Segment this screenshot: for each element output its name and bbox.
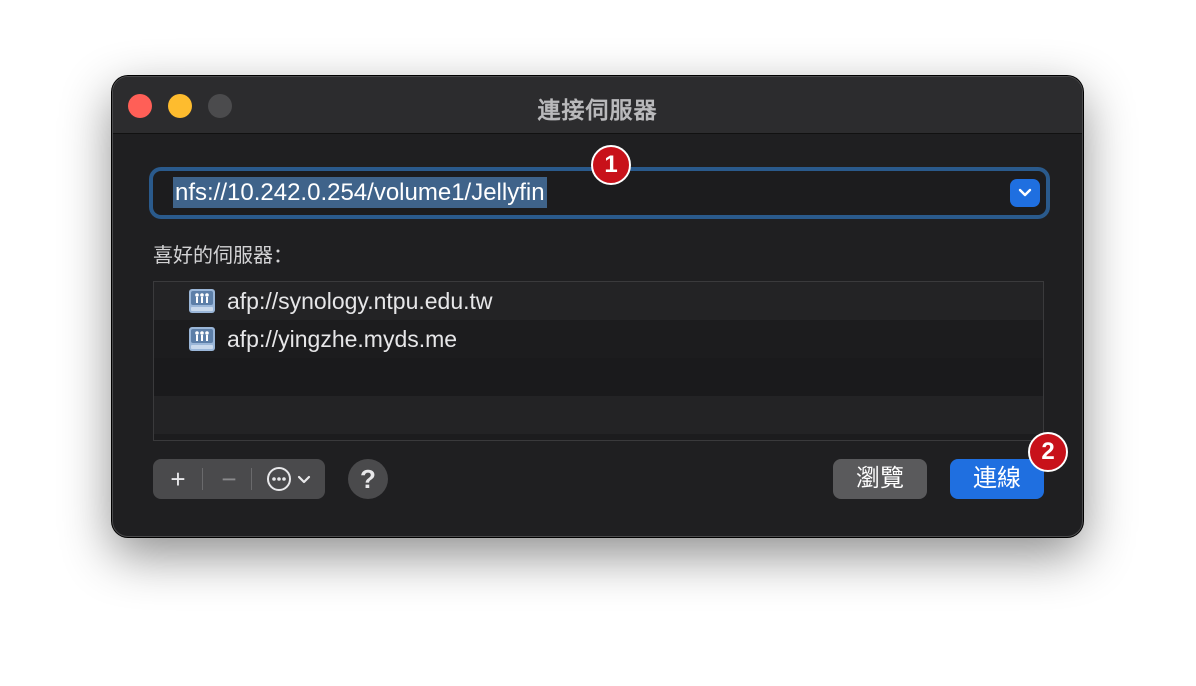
history-dropdown-button[interactable] bbox=[1010, 179, 1040, 207]
remove-favorite-button[interactable]: − bbox=[209, 459, 249, 499]
titlebar: 連接伺服器 bbox=[113, 77, 1082, 134]
more-actions-button[interactable] bbox=[257, 459, 321, 499]
annotation-badge-2: 2 bbox=[1028, 432, 1068, 472]
server-icon bbox=[189, 289, 215, 313]
server-url: afp://synology.ntpu.edu.tw bbox=[227, 288, 493, 314]
connect-button[interactable]: 連線 bbox=[950, 459, 1044, 499]
divider bbox=[202, 468, 203, 490]
connect-to-server-window: 連接伺服器 nfs://10.242.0.254/volume1/Jellyfi… bbox=[112, 76, 1083, 537]
chevron-down-icon bbox=[1018, 188, 1032, 197]
favorites-edit-control: + − bbox=[153, 459, 325, 499]
browse-button[interactable]: 瀏覽 bbox=[833, 459, 927, 499]
server-url: afp://yingzhe.myds.me bbox=[227, 326, 458, 352]
server-address-input[interactable]: nfs://10.242.0.254/volume1/Jellyfin bbox=[173, 177, 547, 208]
annotation-badge-1: 1 bbox=[591, 145, 631, 185]
empty-row bbox=[154, 358, 1043, 396]
ellipsis-circle-icon bbox=[267, 467, 311, 491]
help-button[interactable]: ? bbox=[348, 459, 388, 499]
window-title: 連接伺服器 bbox=[537, 97, 658, 123]
divider bbox=[251, 468, 252, 490]
list-item[interactable]: afp://yingzhe.myds.me bbox=[154, 320, 1043, 358]
list-item[interactable]: afp://synology.ntpu.edu.tw bbox=[154, 282, 1043, 320]
favorite-servers-label: 喜好的伺服器： bbox=[153, 245, 293, 267]
add-favorite-button[interactable]: + bbox=[161, 459, 195, 499]
empty-row bbox=[154, 396, 1043, 434]
server-icon bbox=[189, 327, 215, 351]
favorite-servers-list[interactable]: afp://synology.ntpu.edu.tw afp://yingzhe… bbox=[153, 281, 1044, 441]
